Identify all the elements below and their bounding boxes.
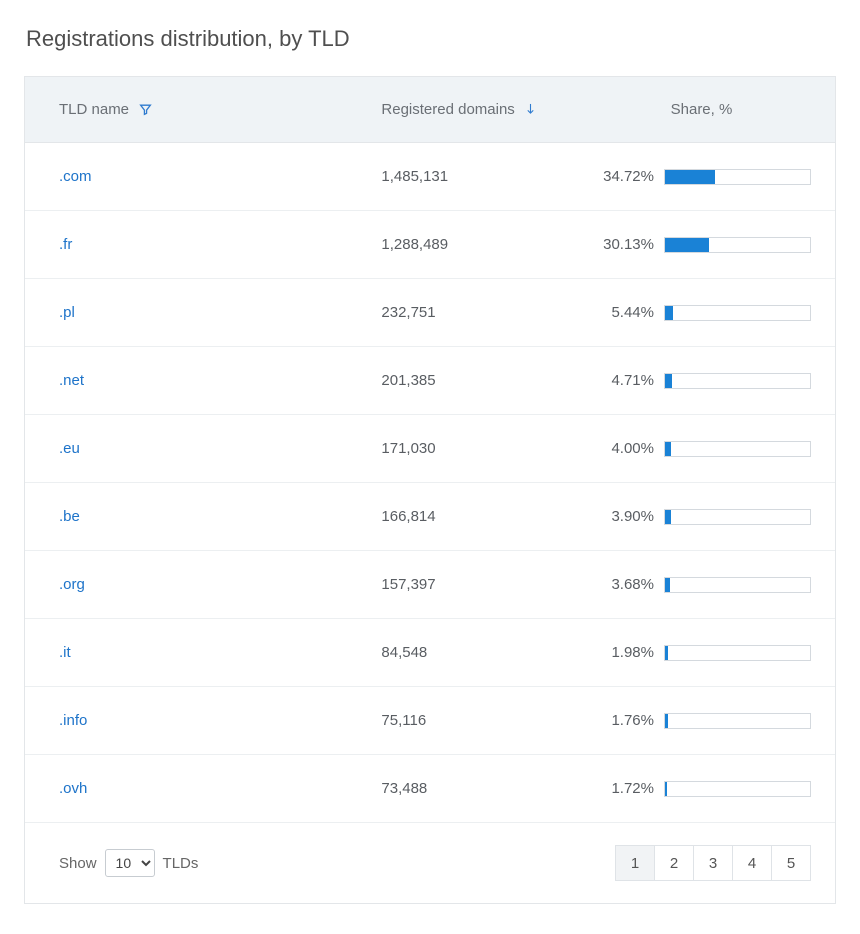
share-bar — [664, 169, 811, 185]
share-bar — [664, 237, 811, 253]
share-percent: 1.76% — [592, 712, 654, 729]
table-row: .info 75,116 1.76% — [25, 687, 835, 755]
table-row: .be 166,814 3.90% — [25, 483, 835, 551]
share-percent: 3.90% — [592, 508, 654, 525]
share-percent: 1.98% — [592, 644, 654, 661]
table-row: .com 1,485,131 34.72% — [25, 143, 835, 211]
registered-value: 201,385 — [381, 372, 435, 389]
share-bar — [664, 577, 811, 593]
share-bar — [664, 441, 811, 457]
registered-value: 1,288,489 — [381, 236, 448, 253]
share-bar-fill — [665, 442, 671, 456]
registered-value: 157,397 — [381, 576, 435, 593]
registered-value: 166,814 — [381, 508, 435, 525]
table-header: TLD name Registered domains — [25, 77, 835, 143]
show-label: Show — [59, 855, 97, 872]
registered-value: 1,485,131 — [381, 168, 448, 185]
table-row: .it 84,548 1.98% — [25, 619, 835, 687]
share-bar-fill — [665, 578, 670, 592]
tld-link[interactable]: .fr — [59, 236, 72, 253]
col-header-share-label: Share, % — [671, 101, 733, 118]
page-button[interactable]: 5 — [771, 845, 811, 881]
page-size-control: Show 10 TLDs — [59, 849, 198, 877]
page-size-select[interactable]: 10 — [105, 849, 155, 877]
table-row: .org 157,397 3.68% — [25, 551, 835, 619]
page-title: Registrations distribution, by TLD — [26, 26, 836, 52]
show-suffix: TLDs — [163, 855, 199, 872]
table-footer: Show 10 TLDs 12345 — [25, 823, 835, 903]
table-row: .fr 1,288,489 30.13% — [25, 211, 835, 279]
page-button[interactable]: 4 — [732, 845, 772, 881]
registered-value: 171,030 — [381, 440, 435, 457]
share-percent: 4.71% — [592, 372, 654, 389]
registered-value: 232,751 — [381, 304, 435, 321]
filter-icon[interactable] — [139, 103, 152, 116]
tld-link[interactable]: .be — [59, 508, 80, 525]
col-header-share[interactable]: Share, % — [592, 101, 811, 118]
registered-value: 75,116 — [381, 712, 426, 729]
table-row: .net 201,385 4.71% — [25, 347, 835, 415]
share-percent: 3.68% — [592, 576, 654, 593]
share-percent: 34.72% — [592, 168, 654, 185]
tld-link[interactable]: .it — [59, 644, 71, 661]
share-bar-fill — [665, 306, 673, 320]
col-header-tld-label: TLD name — [59, 101, 129, 118]
share-bar-fill — [665, 646, 668, 660]
share-bar-fill — [665, 714, 668, 728]
share-bar — [664, 509, 811, 525]
share-bar — [664, 373, 811, 389]
col-header-registered-label: Registered domains — [381, 101, 514, 118]
registered-value: 73,488 — [381, 780, 427, 797]
share-percent: 30.13% — [592, 236, 654, 253]
tld-link[interactable]: .org — [59, 576, 85, 593]
share-percent: 5.44% — [592, 304, 654, 321]
share-bar — [664, 713, 811, 729]
share-bar — [664, 645, 811, 661]
sort-desc-icon[interactable] — [525, 102, 536, 116]
share-bar-fill — [665, 238, 709, 252]
share-bar-fill — [665, 782, 667, 796]
table-row: .eu 171,030 4.00% — [25, 415, 835, 483]
share-percent: 4.00% — [592, 440, 654, 457]
col-header-tld[interactable]: TLD name — [59, 101, 152, 118]
col-header-registered[interactable]: Registered domains — [381, 101, 535, 118]
tld-table: TLD name Registered domains — [24, 76, 836, 904]
tld-link[interactable]: .pl — [59, 304, 75, 321]
tld-link[interactable]: .eu — [59, 440, 80, 457]
tld-link[interactable]: .net — [59, 372, 84, 389]
page-button[interactable]: 1 — [615, 845, 655, 881]
tld-link[interactable]: .com — [59, 168, 92, 185]
tld-link[interactable]: .info — [59, 712, 87, 729]
table-row: .pl 232,751 5.44% — [25, 279, 835, 347]
registered-value: 84,548 — [381, 644, 427, 661]
share-bar — [664, 305, 811, 321]
table-row: .ovh 73,488 1.72% — [25, 755, 835, 823]
pagination: 12345 — [615, 845, 811, 881]
share-percent: 1.72% — [592, 780, 654, 797]
share-bar-fill — [665, 374, 672, 388]
tld-link[interactable]: .ovh — [59, 780, 87, 797]
share-bar — [664, 781, 811, 797]
share-bar-fill — [665, 510, 671, 524]
share-bar-fill — [665, 170, 715, 184]
page-button[interactable]: 2 — [654, 845, 694, 881]
page-button[interactable]: 3 — [693, 845, 733, 881]
